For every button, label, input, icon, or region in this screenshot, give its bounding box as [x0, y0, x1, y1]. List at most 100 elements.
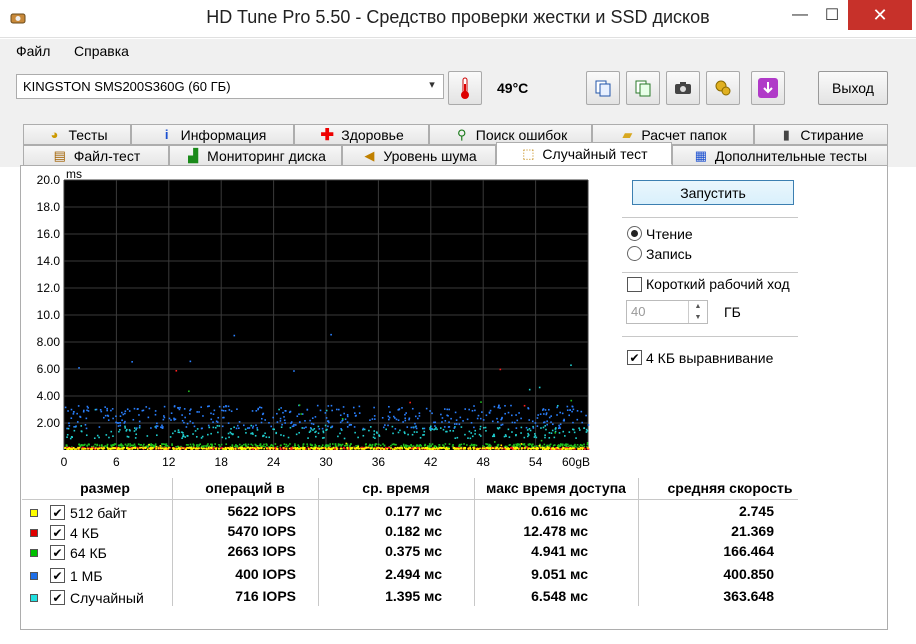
data-point — [551, 429, 554, 432]
data-point — [336, 448, 338, 450]
menu-help[interactable]: Справка — [74, 43, 129, 59]
data-point — [573, 431, 576, 434]
temperature-button[interactable] — [448, 71, 482, 105]
data-point — [460, 443, 463, 446]
minimize-button[interactable]: — — [784, 0, 816, 30]
spin-down-icon[interactable]: ▼ — [689, 312, 707, 323]
data-point — [408, 418, 410, 421]
data-point — [559, 411, 561, 414]
data-point — [546, 420, 548, 423]
options-button[interactable] — [706, 71, 740, 105]
series-checkbox[interactable]: ✔ — [50, 505, 65, 520]
tab-info[interactable]: i Информация — [131, 124, 294, 145]
data-point — [212, 448, 214, 450]
data-point — [290, 422, 292, 424]
data-point — [148, 407, 151, 410]
data-point — [121, 448, 124, 450]
data-point — [236, 445, 239, 447]
data-point — [408, 447, 410, 449]
data-point — [150, 427, 152, 429]
data-point — [416, 444, 418, 446]
data-point — [79, 416, 82, 418]
tab-file-test[interactable]: ▤ Файл-тест — [23, 145, 169, 166]
align-4k-checkbox[interactable]: ✔ — [627, 350, 642, 365]
data-point — [448, 421, 450, 423]
tab-erase[interactable]: ▮ Стирание — [754, 124, 888, 145]
chevron-down-icon[interactable]: ▾ — [424, 78, 440, 94]
data-point — [452, 444, 454, 446]
data-point — [431, 412, 433, 415]
data-point — [91, 447, 94, 450]
data-point — [284, 422, 286, 424]
data-point — [551, 447, 553, 450]
data-point — [525, 426, 528, 429]
data-point — [68, 424, 71, 427]
screenshot-button[interactable] — [666, 71, 700, 105]
copy-icon — [595, 80, 611, 97]
data-point — [244, 428, 247, 431]
data-point — [436, 448, 439, 450]
write-radio[interactable] — [627, 246, 642, 261]
copy-button[interactable] — [586, 71, 620, 105]
short-stroke-checkbox[interactable] — [627, 277, 642, 292]
data-point — [284, 410, 287, 412]
tab-disk-monitor[interactable]: ▟ Мониторинг диска — [169, 145, 342, 166]
data-point — [133, 407, 136, 410]
row-iops: 5470 IOPS — [227, 523, 297, 539]
copy-all-button[interactable] — [626, 71, 660, 105]
data-point — [324, 412, 327, 414]
write-label: Запись — [646, 246, 692, 262]
data-point — [395, 418, 398, 421]
data-point — [491, 435, 494, 438]
data-point — [134, 437, 137, 439]
tab-noise-level[interactable]: ◀ Уровень шума — [342, 145, 496, 166]
save-button[interactable] — [751, 71, 785, 105]
data-point — [88, 443, 90, 446]
start-button[interactable]: Запустить — [632, 180, 794, 205]
data-point — [456, 436, 459, 439]
data-point — [416, 431, 418, 433]
menu-file[interactable]: Файл — [16, 43, 50, 59]
data-point — [552, 423, 554, 426]
data-point — [503, 435, 506, 438]
row-avg-time: 0.375 мс — [385, 543, 442, 559]
data-point — [349, 445, 351, 447]
data-point — [309, 427, 312, 429]
gb-spin-buttons[interactable]: ▲ ▼ — [688, 301, 707, 323]
data-point — [543, 443, 546, 446]
close-button[interactable]: ✕ — [848, 0, 912, 30]
data-point — [77, 405, 80, 407]
data-point — [349, 423, 351, 426]
series-checkbox[interactable]: ✔ — [50, 545, 65, 560]
tab-benchmark[interactable]: ◕ Тесты — [23, 124, 131, 145]
data-point — [339, 414, 342, 417]
series-checkbox[interactable]: ✔ — [50, 525, 65, 540]
data-point — [228, 436, 230, 439]
data-point — [198, 411, 200, 413]
data-point — [185, 444, 188, 446]
series-checkbox[interactable]: ✔ — [50, 590, 65, 605]
data-point — [460, 447, 463, 449]
spin-up-icon[interactable]: ▲ — [689, 301, 707, 312]
tab-random-access[interactable]: ⬚ Случайный тест — [496, 142, 672, 165]
data-point — [479, 417, 482, 420]
data-point — [175, 369, 178, 372]
drive-select[interactable]: KINGSTON SMS200S360G (60 ГБ) — [16, 74, 444, 99]
tab-health[interactable]: ✚ Здоровье — [294, 124, 429, 145]
data-point — [110, 430, 113, 433]
data-point — [341, 417, 344, 420]
data-point — [415, 447, 417, 450]
data-point — [295, 433, 298, 436]
data-point — [337, 444, 340, 447]
exit-button[interactable]: Выход — [818, 71, 888, 105]
data-point — [566, 405, 569, 408]
data-point — [407, 433, 409, 436]
tab-extra-tests[interactable]: ▦ Дополнительные тесты — [672, 145, 888, 166]
data-point — [111, 408, 114, 410]
data-point — [563, 419, 565, 422]
series-checkbox[interactable]: ✔ — [50, 568, 65, 583]
maximize-button[interactable]: ☐ — [816, 0, 848, 30]
data-point — [508, 444, 511, 447]
read-radio[interactable] — [627, 226, 642, 241]
data-point — [298, 446, 300, 448]
